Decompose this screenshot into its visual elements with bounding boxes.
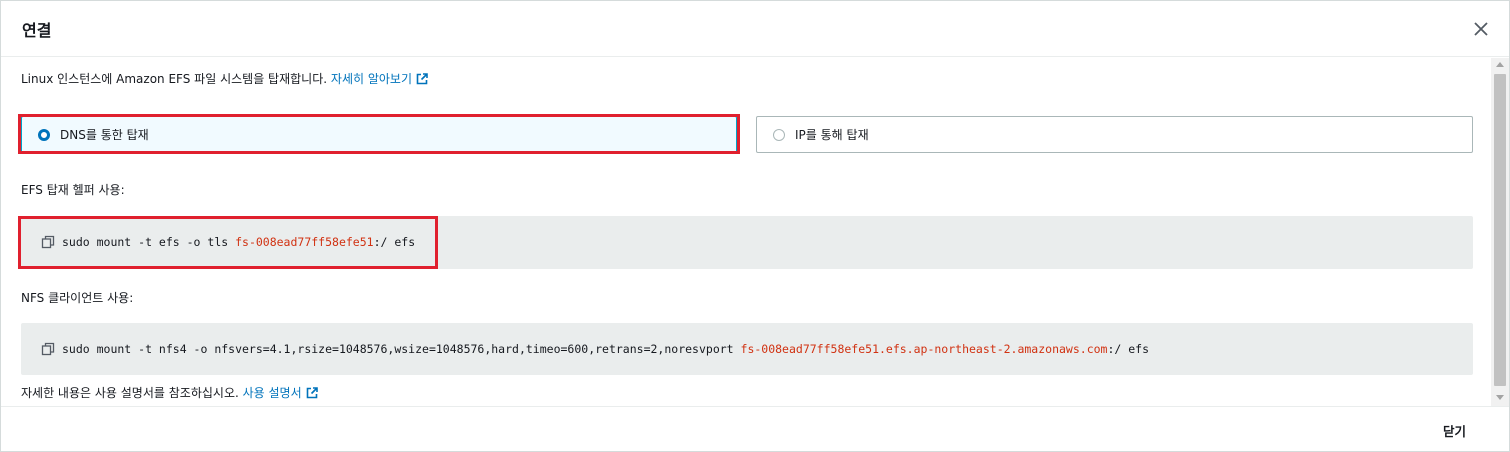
radio-ip[interactable] xyxy=(773,128,785,141)
scroll-down-arrow[interactable] xyxy=(1496,395,1504,400)
intro-description: Linux 인스턴스에 Amazon EFS 파일 시스템을 탑재합니다. xyxy=(21,72,328,86)
modal-body: Linux 인스턴스에 Amazon EFS 파일 시스템을 탑재합니다. 자세… xyxy=(1,58,1491,406)
efs-helper-command: sudo mount -t efs -o tls fs-008ead77ff58… xyxy=(41,235,415,249)
efs-helper-command-box: sudo mount -t efs -o tls fs-008ead77ff58… xyxy=(21,216,1473,269)
modal-title: 연결 xyxy=(22,21,52,40)
modal-header: 연결 xyxy=(1,1,1509,57)
copy-icon[interactable] xyxy=(41,342,55,356)
nfs-fs-dns: fs-008ead77ff58efe51.efs.ap-northeast-2.… xyxy=(740,342,1108,356)
external-link-icon xyxy=(416,73,428,88)
vertical-scrollbar[interactable] xyxy=(1491,58,1509,406)
nfs-client-command: sudo mount -t nfs4 -o nfsvers=4.1,rsize=… xyxy=(41,342,1149,356)
learn-more-link[interactable]: 자세히 알아보기 xyxy=(331,72,428,86)
scroll-thumb[interactable] xyxy=(1494,74,1506,386)
intro-text: Linux 인스턴스에 Amazon EFS 파일 시스템을 탑재합니다. 자세… xyxy=(21,70,428,88)
mount-via-ip-option[interactable]: IP를 통해 탑재 xyxy=(756,116,1473,153)
mount-via-dns-option[interactable]: DNS를 통한 탑재 xyxy=(21,116,737,153)
mount-via-ip-label: IP를 통해 탑재 xyxy=(795,128,869,142)
copy-icon[interactable] xyxy=(41,235,55,249)
connect-modal: 연결 Linux 인스턴스에 Amazon EFS 파일 시스템을 탑재합니다.… xyxy=(0,0,1510,452)
user-guide-note: 자세한 내용은 사용 설명서를 참조하십시오. 사용 설명서 xyxy=(21,384,318,402)
user-guide-link[interactable]: 사용 설명서 xyxy=(243,386,318,400)
modal-footer: 닫기 xyxy=(1,406,1509,451)
efs-helper-label: EFS 탑재 헬퍼 사용: xyxy=(21,183,125,197)
scroll-up-arrow[interactable] xyxy=(1496,62,1504,67)
efs-fs-id: fs-008ead77ff58efe51 xyxy=(235,235,374,249)
mount-via-dns-label: DNS를 통한 탑재 xyxy=(60,128,149,142)
radio-dns[interactable] xyxy=(38,128,50,141)
external-link-icon xyxy=(306,387,318,402)
nfs-client-command-box: sudo mount -t nfs4 -o nfsvers=4.1,rsize=… xyxy=(21,323,1473,375)
close-button[interactable]: 닫기 xyxy=(1431,417,1478,444)
nfs-client-label: NFS 클라이언트 사용: xyxy=(21,291,134,305)
close-icon[interactable] xyxy=(1469,17,1493,41)
